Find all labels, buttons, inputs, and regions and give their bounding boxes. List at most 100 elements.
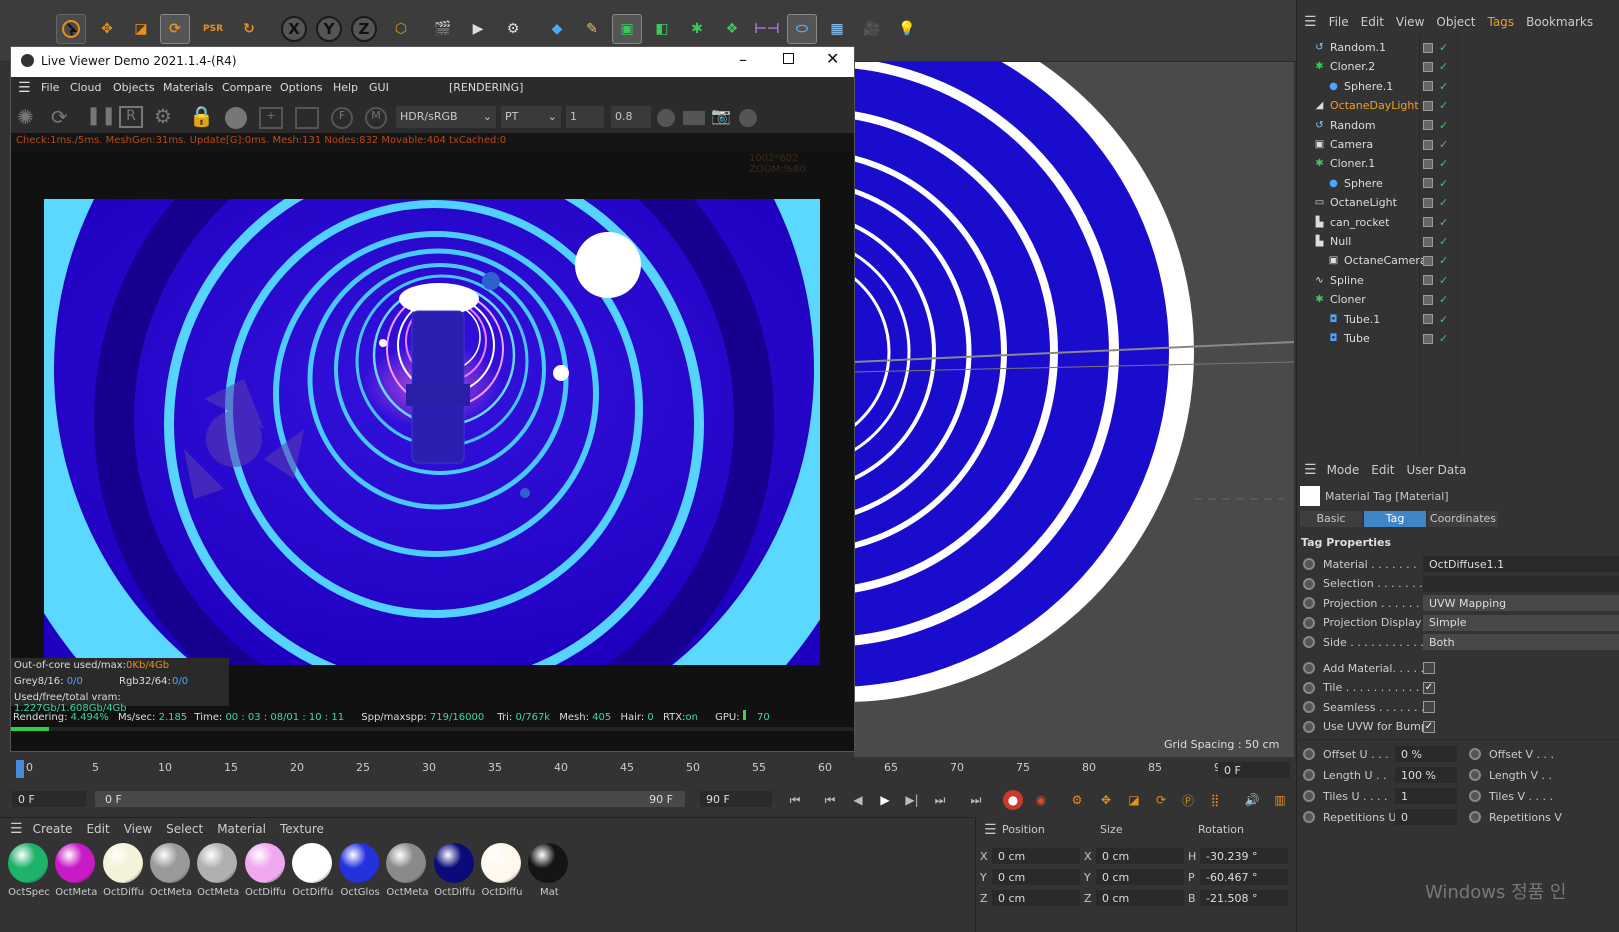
sound-icon[interactable]: 🔊 [1242,790,1262,810]
scale-icon[interactable]: ◪ [126,14,156,44]
go-to-end-icon[interactable]: ⏭ [966,790,986,810]
x-axis-lock[interactable]: X [281,16,307,42]
om-menu-file[interactable]: File [1329,15,1349,29]
mat-menu-edit[interactable]: Edit [86,822,109,836]
length-u-field[interactable]: 100 % [1395,767,1457,783]
hamburger-menu-icon[interactable]: ☰ [1304,462,1317,478]
menu-options[interactable]: Options [280,81,322,94]
key-param-icon[interactable]: Ⓟ [1178,790,1198,810]
coord-size-field[interactable]: 0 cm [1096,848,1184,864]
object-row[interactable]: ✱ Cloner.2 ✓ [1305,57,1619,76]
prop-value-field[interactable] [1423,575,1619,592]
enabled-check-icon[interactable]: ✓ [1439,80,1448,93]
mat-menu-create[interactable]: Create [33,822,73,836]
play-icon[interactable]: ▶ [875,790,895,810]
enabled-check-icon[interactable]: ✓ [1439,216,1448,229]
key-pla-icon[interactable]: ⣿ [1205,790,1225,810]
om-menu-tags[interactable]: Tags [1487,15,1514,29]
enabled-check-icon[interactable]: ✓ [1439,41,1448,54]
object-row[interactable]: ▙ can_rocket ✓ [1305,213,1619,232]
coord-rot-field[interactable]: -21.508 ° [1200,890,1288,906]
menu-cloud[interactable]: Cloud [70,81,101,94]
anim-radio[interactable] [1303,701,1315,713]
menu-help[interactable]: Help [333,81,358,94]
close-icon[interactable]: ✕ [826,49,839,68]
snapshot-camera-icon[interactable]: 📷 [711,106,731,125]
enabled-check-icon[interactable]: ✓ [1439,235,1448,248]
post-process-icon[interactable] [739,109,757,127]
light-bulb-icon[interactable]: 💡 [892,14,922,44]
anim-radio[interactable] [1469,769,1481,781]
anim-radio[interactable] [1303,662,1315,674]
anim-radio[interactable] [1303,558,1315,570]
attr-menu-mode[interactable]: Mode [1327,463,1360,477]
key-rotation-icon[interactable]: ⟳ [1151,790,1171,810]
colorspace-select[interactable]: HDR/sRGB ⌄ [396,106,496,128]
enabled-check-icon[interactable]: ✓ [1439,138,1448,151]
material-thumbnail[interactable]: OctMeta [53,843,97,898]
checkbox[interactable] [1423,662,1435,674]
minimize-icon[interactable]: – [739,50,747,69]
frame-range-slider[interactable]: 0 F 90 F [95,791,685,807]
coord-rot-field[interactable]: -30.239 ° [1200,848,1288,864]
coordinate-system-icon[interactable]: ⬡ [386,14,416,44]
prop-value-field[interactable]: UVW Mapping [1423,595,1619,611]
enabled-check-icon[interactable]: ✓ [1439,60,1448,73]
menu-compare[interactable]: Compare [222,81,272,94]
mograph-icon[interactable]: ✱ [682,14,712,44]
object-row[interactable]: ▣ Camera ✓ [1305,135,1619,154]
z-axis-lock[interactable]: Z [351,16,377,42]
menu-objects[interactable]: Objects [113,81,155,94]
anim-radio[interactable] [1303,790,1315,802]
material-thumbnail[interactable]: OctDiffu [432,843,476,898]
object-row[interactable]: ▣ OctaneCamera ✓ [1305,251,1619,270]
previous-key-icon[interactable]: ⏮ [820,790,840,810]
pick-icon[interactable] [295,107,319,129]
object-row[interactable]: ↺ Random ✓ [1305,116,1619,135]
playhead[interactable] [16,760,24,778]
anim-radio[interactable] [1303,681,1315,694]
object-row[interactable]: ◢ OctaneDayLight ✓ [1305,96,1619,115]
render-region-icon[interactable]: 🎬 [428,14,458,44]
next-frame-icon[interactable]: ▶| [902,790,922,810]
editor-visibility-icon[interactable] [1423,255,1433,266]
menu-materials[interactable]: Materials [163,81,213,94]
coord-size-field[interactable]: 0 cm [1096,890,1184,906]
hamburger-menu-icon[interactable]: ☰ [18,80,31,96]
enabled-check-icon[interactable]: ✓ [1439,332,1448,345]
object-row[interactable]: ✱ Cloner ✓ [1305,290,1619,309]
anim-radio[interactable] [1303,720,1315,733]
mat-menu-select[interactable]: Select [166,822,203,836]
rotate-icon[interactable]: ⟳ [160,14,190,44]
coord-rot-field[interactable]: -60.467 ° [1200,869,1288,885]
kernel-select[interactable]: PT ⌄ [501,106,561,128]
record-icon[interactable]: ● [1003,790,1023,810]
enabled-check-icon[interactable]: ✓ [1439,157,1448,170]
prop-value-field[interactable]: Simple [1423,614,1619,631]
menu-file[interactable]: File [41,81,59,94]
hamburger-menu-icon[interactable]: ☰ [984,822,997,838]
coord-size-field[interactable]: 0 cm [1096,869,1184,885]
object-row[interactable]: ◘ Tube ✓ [1305,329,1619,348]
tiles-u-field[interactable]: 1 [1395,788,1457,804]
editor-visibility-icon[interactable] [1423,314,1433,325]
material-picker-icon[interactable]: M [365,107,387,129]
end-frame-field[interactable]: 90 F [700,791,772,807]
object-row[interactable]: ● Sphere.1 ✓ [1305,77,1619,96]
mat-menu-view[interactable]: View [124,822,152,836]
rep-u-field[interactable]: 0 [1395,809,1457,825]
field-icon[interactable]: ⬭ [787,14,817,44]
editor-visibility-icon[interactable] [1423,158,1433,169]
mat-menu-material[interactable]: Material [217,822,266,836]
attr-menu-edit[interactable]: Edit [1371,463,1394,477]
enabled-check-icon[interactable]: ✓ [1439,313,1448,326]
object-row[interactable]: ∿ Spline ✓ [1305,271,1619,290]
object-row[interactable]: ◘ Tube.1 ✓ [1305,310,1619,329]
editor-visibility-icon[interactable] [1423,236,1433,247]
anim-radio[interactable] [1303,811,1315,823]
octane-logo-icon[interactable]: ✺ [17,105,34,129]
enabled-check-icon[interactable]: ✓ [1439,274,1448,287]
editor-visibility-icon[interactable] [1423,275,1433,286]
material-thumbnail[interactable]: OctDiffu [290,843,334,898]
enabled-check-icon[interactable]: ✓ [1439,254,1448,267]
